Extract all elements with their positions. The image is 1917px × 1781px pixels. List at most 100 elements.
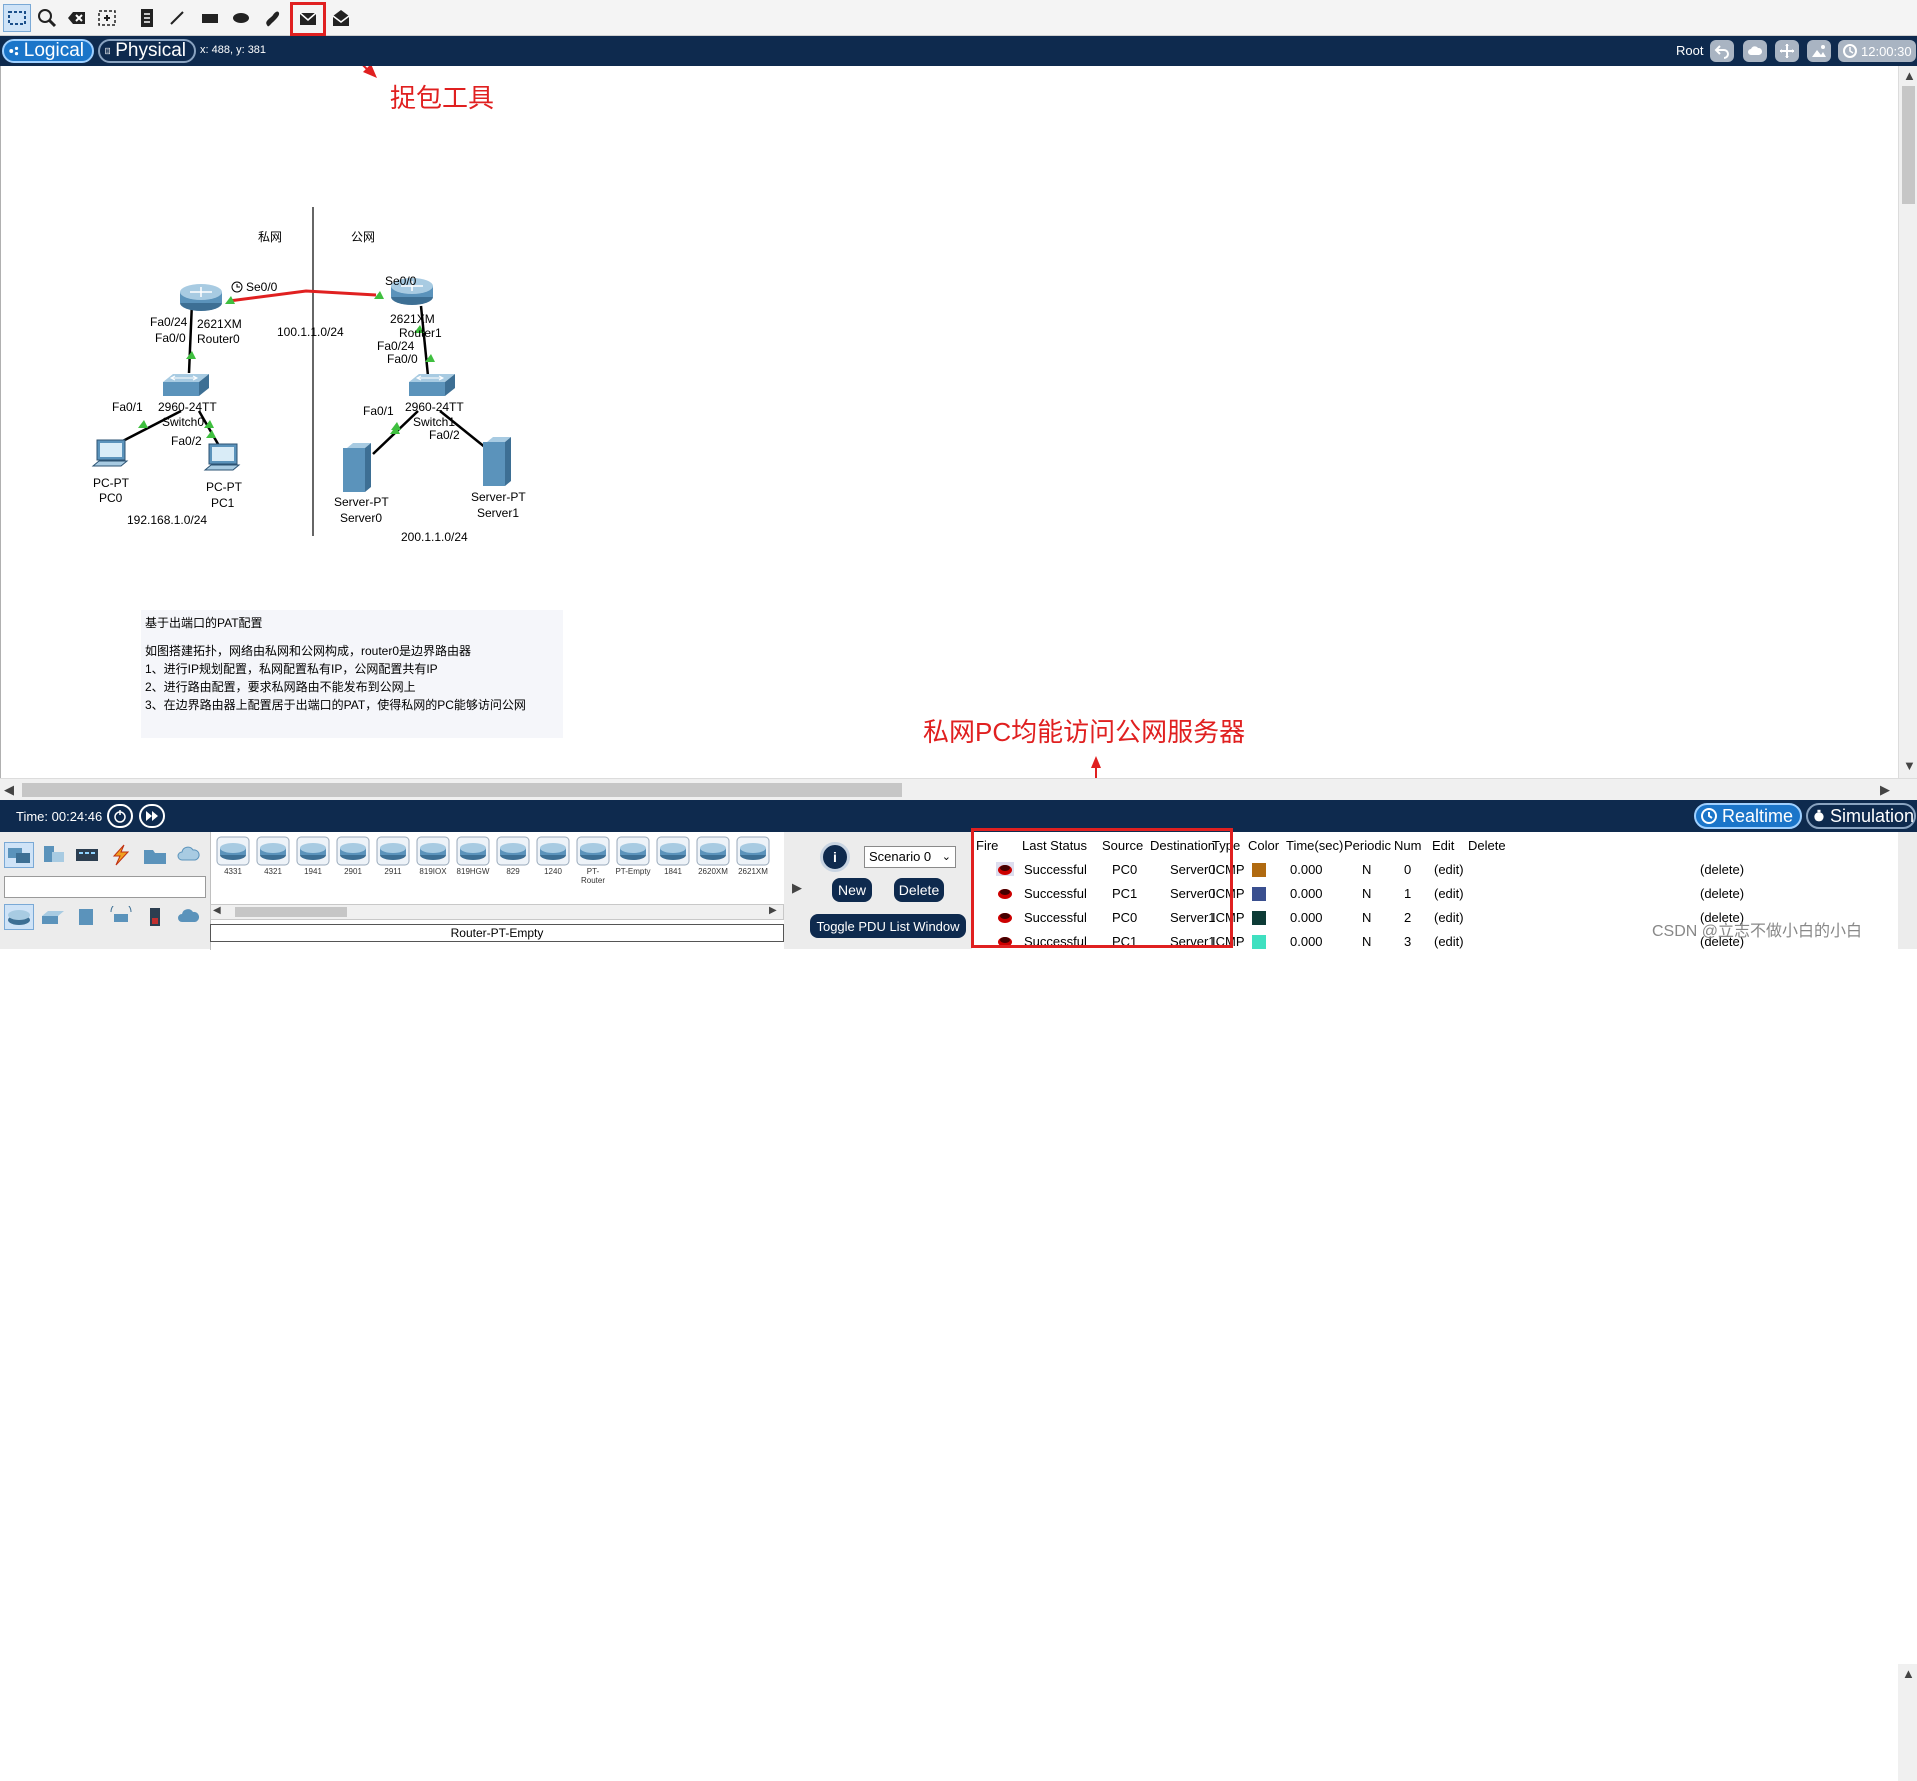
freeform-icon[interactable] [258, 4, 286, 32]
select-icon[interactable] [3, 4, 31, 32]
scroll-up-icon[interactable]: ▲ [1902, 1666, 1915, 1681]
device-list-scrollbar[interactable]: ◀ ▶ [210, 904, 784, 920]
device-model-item[interactable]: 819HGW [455, 836, 491, 878]
device-model-item[interactable]: 819IOX [415, 836, 451, 878]
router1-se-label: Se0/0 [385, 274, 417, 288]
delete-icon[interactable] [63, 4, 91, 32]
device-model-item[interactable]: 1841 [655, 836, 691, 878]
router-model-icon [656, 836, 690, 866]
simple-pdu-icon[interactable] [290, 2, 326, 36]
scenario-select[interactable]: Scenario 0 ⌄ [864, 846, 956, 868]
pdu-cell-edit[interactable]: (edit) [1434, 910, 1464, 925]
note-icon[interactable] [133, 4, 161, 32]
switch0-icon[interactable] [161, 372, 211, 400]
column-header[interactable]: Time(sec) [1286, 838, 1343, 853]
background-image-icon[interactable] [1807, 40, 1831, 62]
column-header[interactable]: Periodic [1344, 838, 1391, 853]
scroll-right-icon[interactable]: ▶ [1880, 782, 1890, 798]
server0-icon[interactable] [341, 442, 373, 494]
expand-panel-icon[interactable]: ▶ [792, 880, 802, 896]
device-model-item[interactable]: PT-Router [575, 836, 611, 885]
router0-icon[interactable] [178, 282, 224, 312]
resize-icon[interactable] [93, 4, 121, 32]
device-model-item[interactable]: 4321 [255, 836, 291, 878]
device-model-item[interactable]: 2620XM [695, 836, 731, 878]
hubs-icon[interactable] [72, 904, 102, 930]
column-header[interactable]: Num [1394, 838, 1421, 853]
delete-scenario-button[interactable]: Delete [894, 878, 944, 902]
network-devices-icon[interactable] [4, 842, 34, 868]
logical-view-button[interactable]: Logical [2, 39, 94, 63]
pdu-cell-num: 2 [1404, 910, 1412, 925]
security-icon[interactable] [140, 904, 170, 930]
private-network-label: 私网 [258, 230, 283, 244]
scroll-left-icon[interactable]: ◀ [4, 782, 14, 798]
miscellaneous-icon[interactable] [140, 842, 170, 868]
pdu-cell-delete[interactable]: (delete) [1700, 886, 1744, 901]
pdu-cell-delete[interactable]: (delete) [1700, 862, 1744, 877]
pdu-cell-periodic: N [1362, 886, 1372, 901]
main-toolbar [0, 0, 1917, 36]
column-header[interactable]: Delete [1468, 838, 1506, 853]
new-scenario-button[interactable]: New [832, 878, 872, 902]
connections-icon[interactable] [106, 842, 136, 868]
end-devices-icon[interactable] [38, 842, 68, 868]
device-model-item[interactable]: 2911 [375, 836, 411, 878]
pdu-list-scrollbar[interactable]: ▲ [1898, 1664, 1917, 1781]
rectangle-icon[interactable] [196, 4, 224, 32]
canvas-vertical-scrollbar[interactable]: ▲ ▼ [1898, 66, 1917, 778]
device-model-item[interactable]: 2621XM [735, 836, 771, 878]
device-search-input[interactable] [4, 876, 206, 898]
scroll-down-icon[interactable]: ▼ [1903, 758, 1916, 773]
switch0-name-label: Switch0 [162, 415, 205, 429]
simulation-mode-button[interactable]: Simulation [1806, 803, 1916, 829]
column-header[interactable]: Edit [1432, 838, 1454, 853]
complex-pdu-icon[interactable] [327, 4, 355, 32]
device-model-item[interactable]: 1240 [535, 836, 571, 878]
realtime-mode-button[interactable]: Realtime [1694, 803, 1802, 829]
device-model-item[interactable]: 2901 [335, 836, 371, 878]
logical-workspace[interactable]: 私网 公网 Se0/0 Fa0/24 2621XM Fa0/0 Router0 … [0, 66, 1898, 778]
pdu-cell-edit[interactable]: (edit) [1434, 934, 1464, 949]
pc0-icon[interactable] [91, 438, 131, 474]
routers-icon[interactable] [4, 904, 34, 930]
scroll-thumb[interactable] [1902, 86, 1915, 204]
scroll-thumb[interactable] [22, 783, 902, 797]
scroll-left-icon[interactable]: ◀ [213, 905, 221, 916]
switch1-fa02-label: Fa0/2 [429, 428, 460, 442]
back-icon[interactable] [1710, 40, 1734, 62]
pc1-icon[interactable] [203, 442, 243, 478]
power-cycle-button[interactable] [107, 804, 133, 828]
components-icon[interactable] [72, 842, 102, 868]
scroll-up-icon[interactable]: ▲ [1903, 68, 1916, 83]
instruction-note[interactable]: 基于出端口的PAT配置 如图搭建拓扑，网络由私网和公网构成，router0是边界… [141, 610, 563, 738]
scroll-thumb[interactable] [235, 907, 347, 917]
column-header[interactable]: Color [1248, 838, 1279, 853]
switches-icon[interactable] [38, 904, 68, 930]
pdu-cell-edit[interactable]: (edit) [1434, 862, 1464, 877]
router-model-icon [376, 836, 410, 866]
pdu-cell-periodic: N [1362, 862, 1372, 877]
device-model-item[interactable]: PT-Empty [615, 836, 651, 878]
physical-view-button[interactable]: Physical [98, 39, 196, 63]
toggle-pdu-list-button[interactable]: Toggle PDU List Window [810, 914, 966, 938]
ellipse-icon[interactable] [227, 4, 255, 32]
switch1-icon[interactable] [407, 372, 457, 400]
multiuser-icon[interactable] [174, 842, 204, 868]
info-icon[interactable]: i [820, 842, 850, 872]
device-model-item[interactable]: 829 [495, 836, 531, 878]
move-object-icon[interactable] [1775, 40, 1799, 62]
inspect-icon[interactable] [33, 4, 61, 32]
pdu-cell-edit[interactable]: (edit) [1434, 886, 1464, 901]
scroll-right-icon[interactable]: ▶ [769, 905, 777, 916]
wireless-icon[interactable] [106, 904, 136, 930]
cluster-cloud-icon[interactable] [1743, 40, 1767, 62]
wan-emulation-icon[interactable] [174, 904, 204, 930]
device-model-item[interactable]: 1941 [295, 836, 331, 878]
device-model-item[interactable]: 4331 [215, 836, 251, 878]
server1-icon[interactable] [481, 436, 513, 488]
canvas-horizontal-scrollbar[interactable]: ◀ ▶ [0, 778, 1917, 800]
fast-forward-button[interactable] [139, 804, 165, 828]
line-icon[interactable] [163, 4, 191, 32]
viewport-clock: 12:00:30 [1838, 40, 1916, 62]
